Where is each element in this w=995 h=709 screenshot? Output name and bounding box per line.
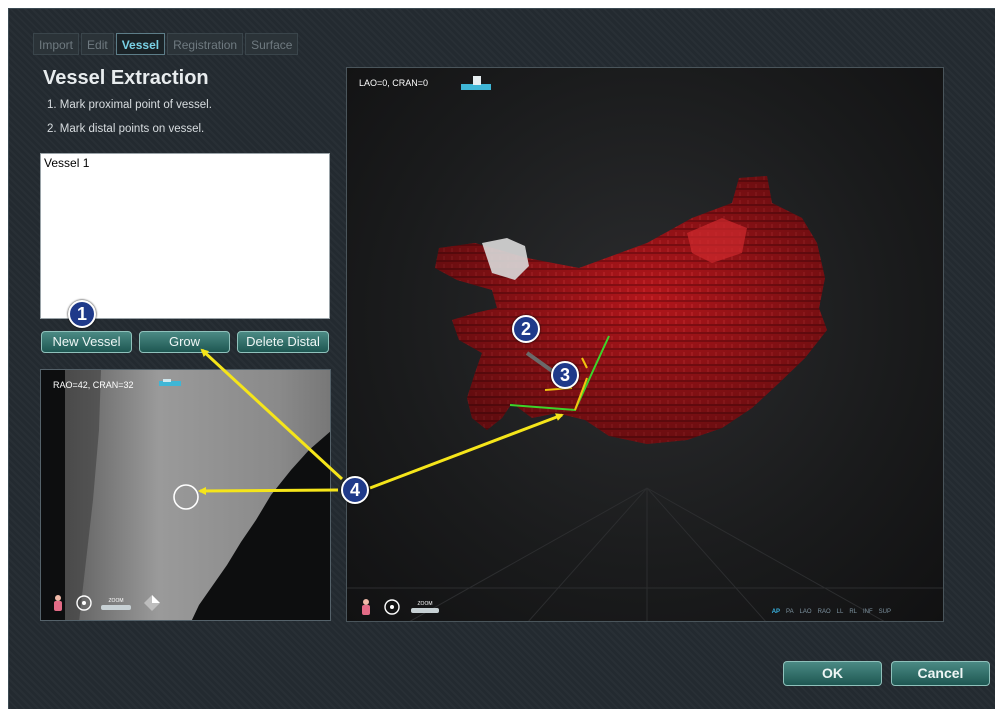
- orientation-ll[interactable]: LL: [837, 609, 844, 615]
- orientation-lao[interactable]: LAO: [800, 609, 812, 615]
- tab-edit[interactable]: Edit: [81, 33, 114, 55]
- orientation-sup[interactable]: SUP: [879, 609, 891, 615]
- pan-icon[interactable]: [75, 594, 93, 612]
- pan-icon[interactable]: [383, 598, 401, 616]
- grow-button[interactable]: Grow: [139, 331, 230, 353]
- orientation-inf[interactable]: INF: [863, 609, 873, 615]
- body-orientation-icon[interactable]: [359, 598, 373, 616]
- orientation-ap[interactable]: AP: [772, 609, 780, 615]
- callout-2: 2: [512, 315, 540, 343]
- heart-3d-model: [347, 176, 943, 621]
- cancel-button[interactable]: Cancel: [891, 661, 990, 686]
- c-arm-icon[interactable]: [157, 378, 183, 390]
- callout-1: 1: [68, 300, 96, 328]
- window-level-icon[interactable]: [143, 594, 161, 612]
- instruction-step-2: 2. Mark distal points on vessel.: [47, 123, 205, 135]
- instruction-step-1: 1. Mark proximal point of vessel.: [47, 99, 212, 111]
- zoom-icon[interactable]: ZOOM: [101, 598, 131, 610]
- view-angle-label: RAO=42, CRAN=32: [53, 380, 134, 390]
- model-3d-view[interactable]: LAO=0, CRAN=0 ZOOM AP PA LAO RAO LL RL I…: [346, 67, 944, 622]
- callout-4: 4: [341, 476, 369, 504]
- angiography-2d-view[interactable]: RAO=42, CRAN=32 ZOOM: [40, 369, 331, 621]
- angiogram-image: [41, 370, 330, 620]
- zoom-label: ZOOM: [417, 601, 433, 607]
- orientation-rl[interactable]: RL: [849, 609, 857, 615]
- tab-registration[interactable]: Registration: [167, 33, 244, 55]
- page-title: Vessel Extraction: [43, 67, 209, 89]
- orientation-bar: AP PA LAO RAO LL RL INF SUP: [772, 609, 891, 615]
- tab-import[interactable]: Import: [33, 33, 80, 55]
- body-orientation-icon[interactable]: [51, 594, 65, 612]
- callout-3: 3: [551, 361, 579, 389]
- vessel-extraction-window: Import Edit Vessel Registration Surface …: [8, 8, 995, 709]
- list-item[interactable]: Vessel 1: [44, 156, 89, 170]
- workflow-tabs: Import Edit Vessel Registration Surface: [33, 33, 300, 55]
- orientation-rao[interactable]: RAO: [818, 609, 831, 615]
- view-angle-label: LAO=0, CRAN=0: [359, 78, 429, 88]
- zoom-label: ZOOM: [108, 598, 124, 604]
- vessel-list[interactable]: Vessel 1: [40, 153, 330, 319]
- zoom-icon[interactable]: ZOOM: [411, 601, 439, 613]
- tab-surface[interactable]: Surface: [245, 33, 299, 55]
- orientation-pa[interactable]: PA: [786, 609, 794, 615]
- delete-distal-button[interactable]: Delete Distal: [237, 331, 329, 353]
- new-vessel-button[interactable]: New Vessel: [41, 331, 132, 353]
- c-arm-icon[interactable]: [459, 74, 493, 96]
- tab-vessel[interactable]: Vessel: [115, 33, 166, 55]
- ok-button[interactable]: OK: [783, 661, 882, 686]
